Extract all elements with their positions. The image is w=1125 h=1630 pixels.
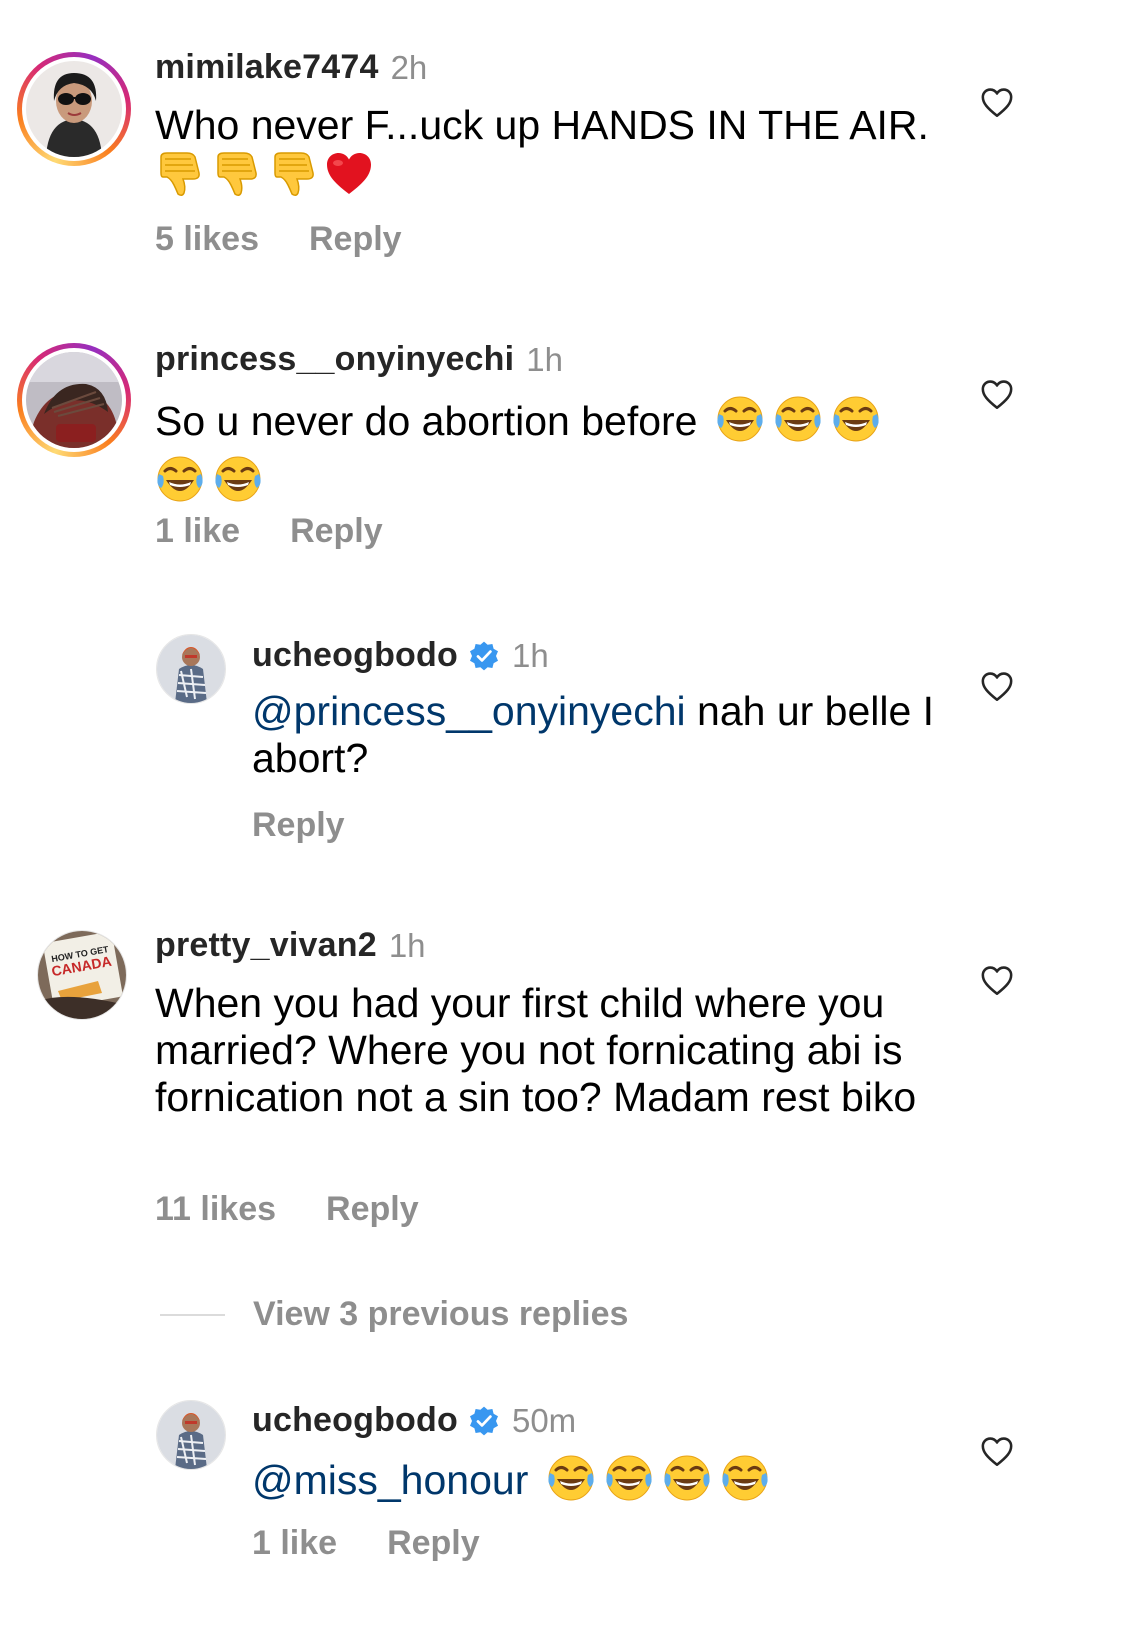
tears-of-joy-emoji-icon [831, 394, 881, 454]
tears-of-joy-emoji-icon [720, 1453, 770, 1513]
like-heart-icon[interactable] [979, 378, 1015, 412]
reply-button[interactable]: Reply [326, 1190, 419, 1229]
comment-text: @princess__onyinyechi nah ur belle I abo… [252, 688, 952, 782]
thumbs-down-emoji-icon [269, 149, 319, 209]
username[interactable]: mimilake7474 [155, 48, 379, 87]
avatar[interactable]: HOW TO GET CANADA [37, 930, 127, 1020]
like-heart-icon[interactable] [979, 86, 1015, 120]
comment-text: So u never do abortion before [155, 394, 955, 514]
reply-button[interactable]: Reply [252, 806, 345, 845]
like-heart-icon[interactable] [979, 1435, 1015, 1469]
thumbs-down-emoji-icon [155, 149, 205, 209]
username[interactable]: princess__onyinyechi [155, 340, 514, 379]
mention-link[interactable]: @princess__onyinyechi [252, 688, 686, 734]
reply-button[interactable]: Reply [387, 1524, 480, 1563]
avatar [26, 352, 122, 448]
view-replies-label[interactable]: View 3 previous replies [253, 1295, 628, 1334]
tears-of-joy-emoji-icon [773, 394, 823, 454]
tears-of-joy-emoji-icon [715, 394, 765, 454]
thumbs-down-emoji-icon [212, 149, 262, 209]
comment-body: Who never F...uck up HANDS IN THE AIR. [155, 102, 929, 148]
tears-of-joy-emoji-icon [546, 1453, 596, 1513]
reply-button[interactable]: Reply [290, 512, 383, 551]
likes-count[interactable]: 1 like [155, 512, 240, 551]
divider [160, 1313, 225, 1316]
timestamp: 1h [388, 926, 426, 964]
avatar[interactable] [156, 1400, 226, 1470]
timestamp: 50m [511, 1401, 577, 1439]
like-heart-icon[interactable] [979, 964, 1015, 998]
mention-link[interactable]: @miss_honour [252, 1457, 528, 1503]
timestamp: 1h [511, 636, 549, 674]
verified-badge-icon [468, 1405, 500, 1437]
avatar [26, 61, 122, 157]
tears-of-joy-emoji-icon [662, 1453, 712, 1513]
reply-button[interactable]: Reply [309, 220, 402, 259]
view-previous-replies[interactable]: View 3 previous replies [160, 1295, 628, 1334]
comment-text: When you had your first child where you … [155, 980, 917, 1120]
tears-of-joy-emoji-icon [604, 1453, 654, 1513]
avatar[interactable] [156, 634, 226, 704]
username[interactable]: pretty_vivan2 [155, 926, 377, 965]
avatar-story-ring[interactable] [17, 52, 131, 166]
verified-badge-icon [468, 640, 500, 672]
avatar-story-ring[interactable] [17, 343, 131, 457]
red-heart-emoji-icon [324, 149, 374, 209]
likes-count[interactable]: 5 likes [155, 220, 259, 259]
like-heart-icon[interactable] [979, 670, 1015, 704]
timestamp: 1h [526, 340, 563, 378]
tears-of-joy-emoji-icon [213, 454, 263, 514]
comment-text: @miss_honour [252, 1453, 952, 1513]
username[interactable]: ucheogbodo [252, 1401, 458, 1440]
timestamp: 2h [390, 48, 428, 86]
comment-body: So u never do abortion before [155, 397, 698, 444]
comment-text: Who never F...uck up HANDS IN THE AIR. [155, 102, 955, 209]
likes-count[interactable]: 11 likes [155, 1190, 276, 1229]
likes-count[interactable]: 1 like [252, 1524, 337, 1563]
comment-mimilake7474: mimilake7474 2h Who never F...uck up HAN… [0, 0, 1125, 280]
tears-of-joy-emoji-icon [155, 454, 205, 514]
username[interactable]: ucheogbodo [252, 636, 458, 675]
